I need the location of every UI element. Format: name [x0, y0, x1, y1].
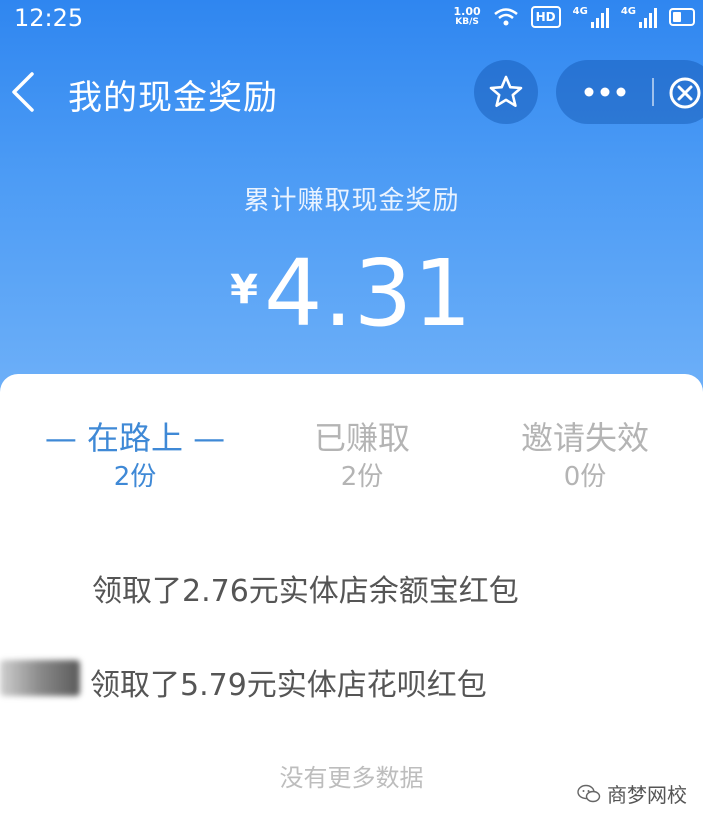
- tab-earned[interactable]: 已赚取 2份: [262, 416, 462, 494]
- hd-badge: HD: [530, 6, 561, 28]
- tab-on-the-way[interactable]: — 在路上 — 2份: [40, 416, 230, 494]
- tab-count: 2份: [340, 462, 384, 492]
- more-icon[interactable]: [582, 80, 628, 104]
- status-bar: 12:25 1.00 KB/S HD 4G 4G: [0, 0, 703, 38]
- currency-symbol: ¥: [230, 267, 258, 313]
- mini-program-capsule: [556, 60, 703, 124]
- signal-icon: 4G: [621, 6, 657, 28]
- tab-invite-expired[interactable]: 邀请失效 0份: [480, 416, 690, 494]
- wechat-logo-icon: [577, 784, 601, 802]
- star-icon: [489, 75, 523, 107]
- signal-label: 4G: [572, 6, 588, 17]
- capsule-divider: [652, 78, 654, 106]
- total-reward-label: 累计赚取现金奖励: [243, 186, 460, 216]
- network-speed-unit: KB/S: [455, 17, 479, 27]
- total-reward-amount-row: ¥4.31: [0, 240, 703, 347]
- status-icons: 1.00 KB/S HD 4G 4G: [454, 6, 695, 28]
- favorite-button[interactable]: [474, 60, 538, 124]
- tab-count: 0份: [563, 462, 607, 492]
- tab-label: — 在路上 —: [44, 419, 226, 457]
- tab-bar: — 在路上 — 2份 已赚取 2份 邀请失效 0份: [0, 416, 703, 506]
- record-text: 领取了2.76元实体店余额宝红包: [92, 574, 519, 609]
- reward-card: — 在路上 — 2份 已赚取 2份 邀请失效 0份 领取了2.76元实体店余额宝…: [0, 374, 703, 834]
- signal-icon: 4G: [573, 6, 609, 28]
- tab-label: 邀请失效: [520, 419, 649, 457]
- status-time: 12:25: [14, 4, 84, 32]
- chevron-left-icon[interactable]: [6, 70, 42, 114]
- record-text: 领取了5.79元实体店花呗红包: [90, 668, 487, 703]
- total-reward-amount: 4.31: [264, 240, 473, 347]
- page-title: 我的现金奖励: [68, 78, 278, 118]
- signal-label: 4G: [620, 6, 636, 17]
- nav-bar: 我的现金奖励: [0, 50, 703, 134]
- tab-count: 2份: [113, 462, 157, 492]
- close-icon[interactable]: [668, 76, 702, 110]
- wifi-icon: [493, 8, 518, 26]
- network-speed-value: 1.00: [453, 5, 481, 18]
- watermark-text: 商梦网校: [607, 783, 687, 807]
- network-speed: 1.00 KB/S: [454, 6, 481, 28]
- battery-icon: [669, 8, 695, 26]
- watermark: 商梦网校: [577, 779, 687, 808]
- tab-label: 已赚取: [313, 419, 410, 457]
- avatar: [0, 660, 80, 696]
